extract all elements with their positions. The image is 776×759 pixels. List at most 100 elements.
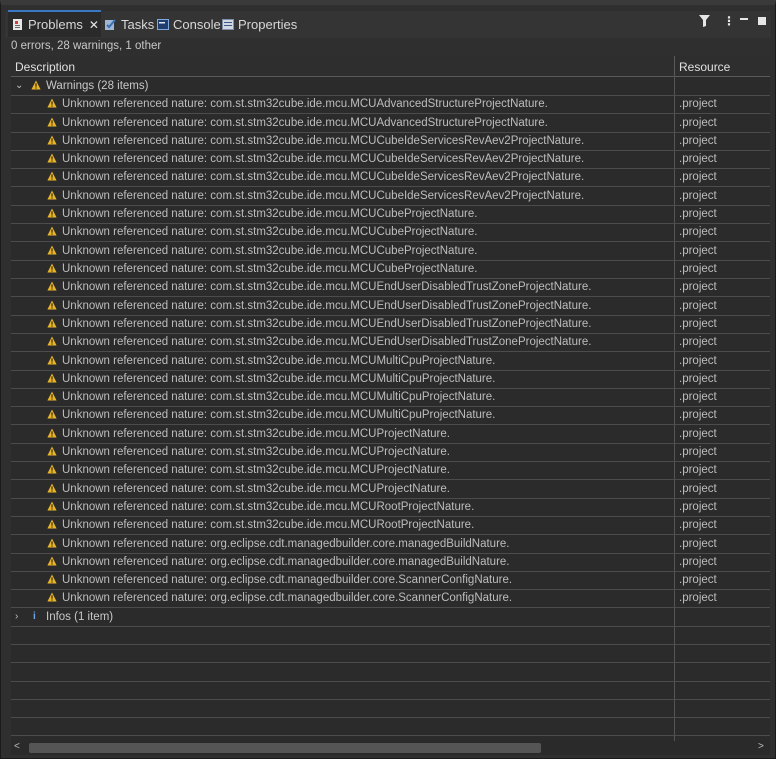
row-resource: .project [679,428,717,440]
table-row[interactable]: Unknown referenced nature: com.st.stm32c… [11,406,770,425]
table-row[interactable]: Unknown referenced nature: com.st.stm32c… [11,150,770,169]
tab-problems[interactable]: Problems ✕ [8,10,101,37]
row-description: Unknown referenced nature: com.st.stm32c… [62,263,478,275]
table-row[interactable]: Unknown referenced nature: org.eclipse.c… [11,571,770,590]
row-resource: .project [679,190,717,202]
warning-icon [47,391,57,401]
tab-properties-label: Properties [238,17,298,32]
table-row[interactable]: Unknown referenced nature: com.st.stm32c… [11,223,770,242]
row-description: Unknown referenced nature: org.eclipse.c… [62,592,513,604]
info-icon: i [33,611,36,622]
row-description: Unknown referenced nature: com.st.stm32c… [62,501,475,513]
table-row[interactable]: Unknown referenced nature: com.st.stm32c… [11,242,770,261]
warning-icon [47,373,57,383]
sort-indicator-icon: ^ [338,56,343,62]
table-row[interactable]: Unknown referenced nature: com.st.stm32c… [11,388,770,407]
table-row[interactable]: Unknown referenced nature: com.st.stm32c… [11,516,770,535]
table-row[interactable]: Unknown referenced nature: com.st.stm32c… [11,461,770,480]
row-description: Unknown referenced nature: com.st.stm32c… [62,409,496,421]
chevron-right-icon[interactable]: › [15,608,18,626]
column-header-description[interactable]: Description [15,60,75,74]
row-resource: .project [679,135,717,147]
row-resource: .project [679,117,717,129]
view-tab-bar: Problems ✕ Tasks Console Properties ⋮ [5,10,771,38]
table-row[interactable]: Unknown referenced nature: com.st.stm32c… [11,425,770,444]
warning-icon [47,171,57,181]
minimize-icon[interactable] [740,18,748,21]
row-resource: .project [679,355,717,367]
filter-icon[interactable] [699,15,710,27]
view-menu-icon[interactable]: ⋮ [723,14,735,28]
row-description: Unknown referenced nature: com.st.stm32c… [62,281,592,293]
tab-properties[interactable]: Properties [222,11,297,38]
table-row[interactable]: Unknown referenced nature: org.eclipse.c… [11,535,770,554]
row-description: Unknown referenced nature: org.eclipse.c… [62,574,513,586]
tasks-icon [105,19,116,30]
warning-icon [47,245,57,255]
scroll-left-icon[interactable]: < [14,741,20,752]
row-resource: .project [679,281,717,293]
warning-icon [47,300,57,310]
warning-icon [47,208,57,218]
table-row[interactable]: Unknown referenced nature: com.st.stm32c… [11,480,770,499]
row-description: Unknown referenced nature: com.st.stm32c… [62,483,450,495]
table-row[interactable]: Unknown referenced nature: org.eclipse.c… [11,553,770,572]
row-description: Unknown referenced nature: com.st.stm32c… [62,245,478,257]
empty-row [11,626,770,645]
column-divider[interactable] [674,56,675,76]
table-row[interactable]: Unknown referenced nature: com.st.stm32c… [11,260,770,279]
row-resource: .project [679,483,717,495]
row-resource: .project [679,245,717,257]
warning-icon [47,117,57,127]
table-row[interactable]: Unknown referenced nature: com.st.stm32c… [11,498,770,517]
scrollbar-thumb[interactable] [29,743,541,753]
warning-icon [47,483,57,493]
row-description: Unknown referenced nature: com.st.stm32c… [62,318,592,330]
row-resource: .project [679,300,717,312]
horizontal-scrollbar[interactable]: < > [11,741,770,755]
row-resource: .project [679,538,717,550]
row-resource: .project [679,98,717,110]
table-row[interactable]: Unknown referenced nature: com.st.stm32c… [11,443,770,462]
tab-problems-label: Problems [28,17,83,32]
table-row[interactable]: Unknown referenced nature: com.st.stm32c… [11,187,770,206]
warning-icon [47,464,57,474]
group-label: Warnings (28 items) [46,80,149,92]
table-row[interactable]: Unknown referenced nature: com.st.stm32c… [11,205,770,224]
table-row[interactable]: Unknown referenced nature: com.st.stm32c… [11,168,770,187]
row-resource: .project [679,263,717,275]
close-icon[interactable]: ✕ [89,18,99,32]
tab-console[interactable]: Console [157,11,221,38]
warning-icon [47,556,57,566]
row-resource: .project [679,519,717,531]
table-row[interactable]: Unknown referenced nature: com.st.stm32c… [11,114,770,133]
table-row[interactable]: Unknown referenced nature: com.st.stm32c… [11,315,770,334]
tab-tasks[interactable]: Tasks [104,11,154,38]
problems-icon [13,19,22,30]
row-description: Unknown referenced nature: com.st.stm32c… [62,135,585,147]
maximize-icon[interactable] [758,17,766,25]
table-row[interactable]: Unknown referenced nature: com.st.stm32c… [11,333,770,352]
table-row[interactable]: Unknown referenced nature: com.st.stm32c… [11,132,770,151]
column-header-resource[interactable]: Resource [679,60,730,74]
problems-table[interactable]: ^ Description Resource ⌄ Warnings (28 ite… [11,56,770,741]
row-resource: .project [679,409,717,421]
table-row[interactable]: Unknown referenced nature: com.st.stm32c… [11,297,770,316]
table-row[interactable]: Unknown referenced nature: com.st.stm32c… [11,370,770,389]
table-row[interactable]: Unknown referenced nature: org.eclipse.c… [11,589,770,608]
scroll-right-icon[interactable]: > [758,741,764,752]
warning-icon [47,190,57,200]
group-warnings[interactable]: ⌄ Warnings (28 items) [11,77,770,96]
row-description: Unknown referenced nature: com.st.stm32c… [62,519,475,531]
warning-icon [47,263,57,273]
row-description: Unknown referenced nature: com.st.stm32c… [62,117,548,129]
row-description: Unknown referenced nature: com.st.stm32c… [62,208,478,220]
warning-icon [31,80,41,90]
table-row[interactable]: Unknown referenced nature: com.st.stm32c… [11,352,770,371]
table-row[interactable]: Unknown referenced nature: com.st.stm32c… [11,95,770,114]
group-infos[interactable]: › i Infos (1 item) [11,608,770,627]
row-resource: .project [679,574,717,586]
row-resource: .project [679,318,717,330]
chevron-down-icon[interactable]: ⌄ [15,77,23,95]
table-row[interactable]: Unknown referenced nature: com.st.stm32c… [11,278,770,297]
